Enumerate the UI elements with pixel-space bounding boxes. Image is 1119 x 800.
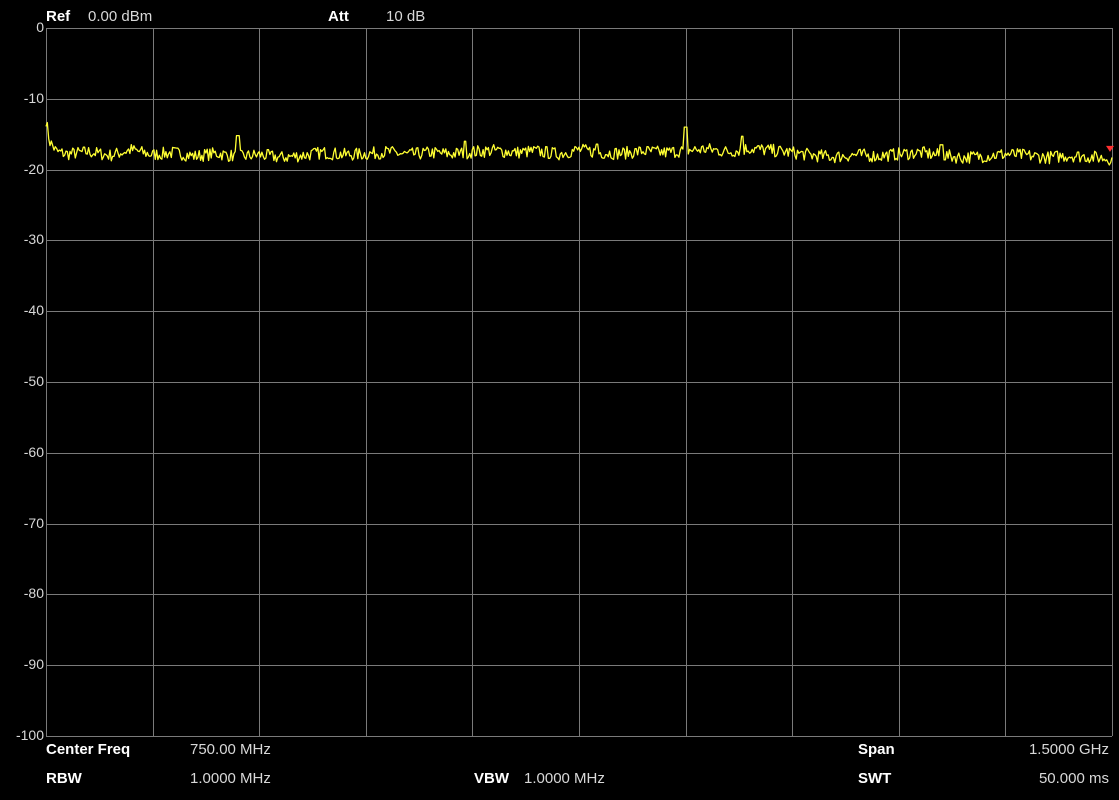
y-tick-label: -60	[23, 443, 44, 460]
vbw-label: VBW	[474, 770, 509, 787]
y-tick-label: -30	[23, 231, 44, 248]
y-tick-label: -70	[23, 514, 44, 531]
att-label: Att	[328, 8, 349, 25]
ref-value: 0.00 dBm	[88, 8, 153, 25]
span-label: Span	[858, 741, 895, 758]
y-tick-label: -20	[23, 160, 44, 177]
swt-value: 50.000 ms	[1038, 770, 1109, 787]
vbw-value: 1.0000 MHz	[524, 770, 605, 787]
graticule-grid	[46, 28, 1113, 737]
center-freq-value: 750.00 MHz	[190, 741, 271, 758]
rbw-label: RBW	[46, 770, 82, 787]
swt-label: SWT	[858, 770, 892, 787]
ref-label: Ref	[46, 8, 71, 25]
y-tick-label: 0	[36, 19, 44, 35]
y-tick-label: -40	[23, 302, 44, 319]
y-tick-label: -50	[23, 373, 44, 389]
spectrum-plot	[45, 28, 1114, 737]
y-tick-label: -100	[15, 727, 44, 743]
rbw-value: 1.0000 MHz	[190, 770, 271, 787]
center-freq-label: Center Freq	[46, 741, 131, 758]
att-value: 10 dB	[386, 8, 426, 25]
y-tick-label: -90	[23, 656, 44, 673]
spectrum-analyzer-screen: 0 -10 -20 -30 -40 -50 -60 -70 -80 -90 -100 Ref 0.0…	[0, 0, 1119, 800]
y-tick-label: -80	[23, 585, 44, 602]
y-tick-label: -10	[23, 89, 44, 106]
span-value: 1.5000 GHz	[1028, 741, 1109, 758]
